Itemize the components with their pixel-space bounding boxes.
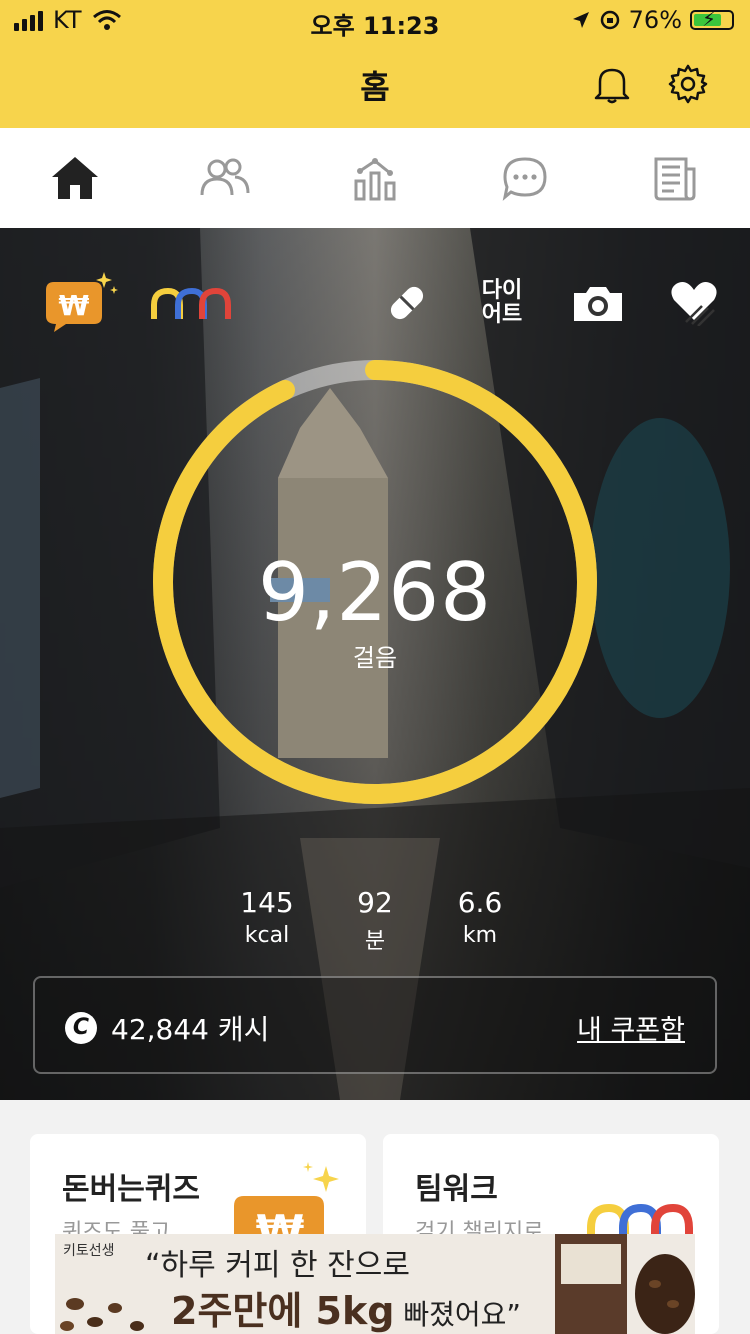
cash-amount: 42,844 캐시 [111, 1013, 270, 1046]
cash-balance-bar: C 42,844 캐시 내 쿠폰함 [33, 976, 717, 1074]
tab-stats[interactable] [345, 148, 405, 208]
calories-unit: kcal [244, 923, 290, 948]
tab-chat[interactable] [495, 148, 555, 208]
cash-coin-icon: C [65, 1012, 97, 1044]
quiz-card-title: 돈버는퀴즈 [62, 1172, 200, 1207]
status-right: 76% ⚡ [571, 6, 734, 34]
ad-headline-bold: 2주만에 5kg [171, 1289, 395, 1333]
rotation-lock-icon [600, 10, 619, 30]
step-unit: 걸음 [352, 644, 398, 672]
settings-button[interactable] [666, 62, 710, 106]
news-icon [654, 157, 696, 201]
ad-banner[interactable]: 키토선생 “하루 커피 한 잔으로 2주만에 5kg 빠졌어요” [55, 1234, 695, 1334]
bell-icon [594, 68, 630, 104]
battery-percent: 76% [628, 6, 682, 34]
page-title: 홈 [360, 68, 390, 106]
ad-brand: 키토선생 [63, 1243, 115, 1259]
status-bar: KT 오후 11:23 76% ⚡ [0, 0, 750, 40]
home-icon [52, 157, 98, 199]
gear-icon [668, 64, 708, 104]
stats-icon [354, 158, 396, 201]
battery-icon: ⚡ [690, 7, 734, 31]
chat-icon [502, 157, 547, 201]
notification-button[interactable] [590, 62, 634, 106]
location-icon [572, 12, 589, 28]
minutes-unit: 분 [364, 929, 386, 954]
distance-value: 6.6 [457, 886, 503, 919]
ad-headline-line1: “하루 커피 한 잔으로 [145, 1248, 410, 1283]
ad-headline-line2: 2주만에 5kg 빠졌어요” [171, 1280, 521, 1334]
step-hero: ₩ 다이 어트 9,268 걸음 145 kcal 92 분 6.6 km C … [0, 228, 750, 1100]
top-nav [0, 128, 750, 228]
calories-stat: 145 kcal [207, 886, 327, 948]
my-coupons-link[interactable]: 내 쿠폰함 [577, 1008, 685, 1047]
tab-news[interactable] [645, 148, 705, 208]
minutes-stat: 92 분 [315, 886, 435, 955]
step-count: 9,268 [257, 546, 493, 639]
minutes-value: 92 [357, 886, 393, 919]
app-header: 홈 [0, 40, 750, 128]
distance-unit: km [462, 923, 498, 948]
tab-home[interactable] [45, 148, 105, 208]
friends-icon [200, 158, 250, 196]
teamwork-card-title: 팀워크 [415, 1172, 498, 1207]
distance-stat: 6.6 km [420, 886, 540, 948]
ad-headline-rest: 빠졌어요” [394, 1298, 521, 1331]
calories-value: 145 [240, 886, 294, 919]
tab-friends[interactable] [195, 148, 255, 208]
